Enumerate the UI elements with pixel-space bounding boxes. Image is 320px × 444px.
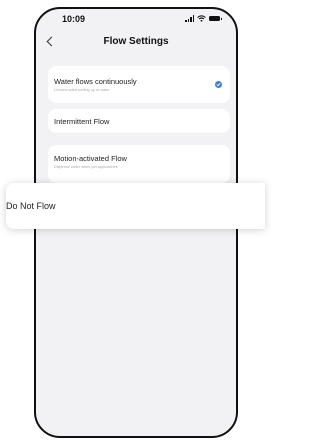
status-bar: 10:09 — [36, 9, 236, 31]
option-do-not-flow[interactable]: Do Not Flow — [6, 183, 265, 229]
wifi-icon — [197, 15, 206, 22]
option-subtitle: Uninterrupted welling up of water — [54, 88, 110, 92]
battery-icon — [209, 16, 222, 21]
option-continuous[interactable]: Water flows continuously Uninterrupted w… — [48, 66, 230, 103]
option-label: Intermittent Flow — [54, 117, 110, 126]
option-motion-activated[interactable]: Motion-activated Flow Dispense water whe… — [48, 145, 230, 183]
option-label: Do Not Flow — [6, 201, 56, 211]
status-time: 10:09 — [62, 14, 86, 24]
option-label: Motion-activated Flow — [54, 154, 127, 163]
selected-check — [215, 81, 222, 88]
option-subtitle: Dispense water when pet approaches — [54, 165, 118, 169]
status-icons — [185, 15, 222, 22]
signal-icon — [185, 15, 194, 22]
nav-bar: Flow Settings — [36, 35, 236, 55]
checkmark-icon — [216, 82, 221, 87]
option-label: Water flows continuously — [54, 77, 137, 86]
option-intermittent[interactable]: Intermittent Flow — [48, 109, 230, 133]
page-title: Flow Settings — [103, 36, 169, 47]
